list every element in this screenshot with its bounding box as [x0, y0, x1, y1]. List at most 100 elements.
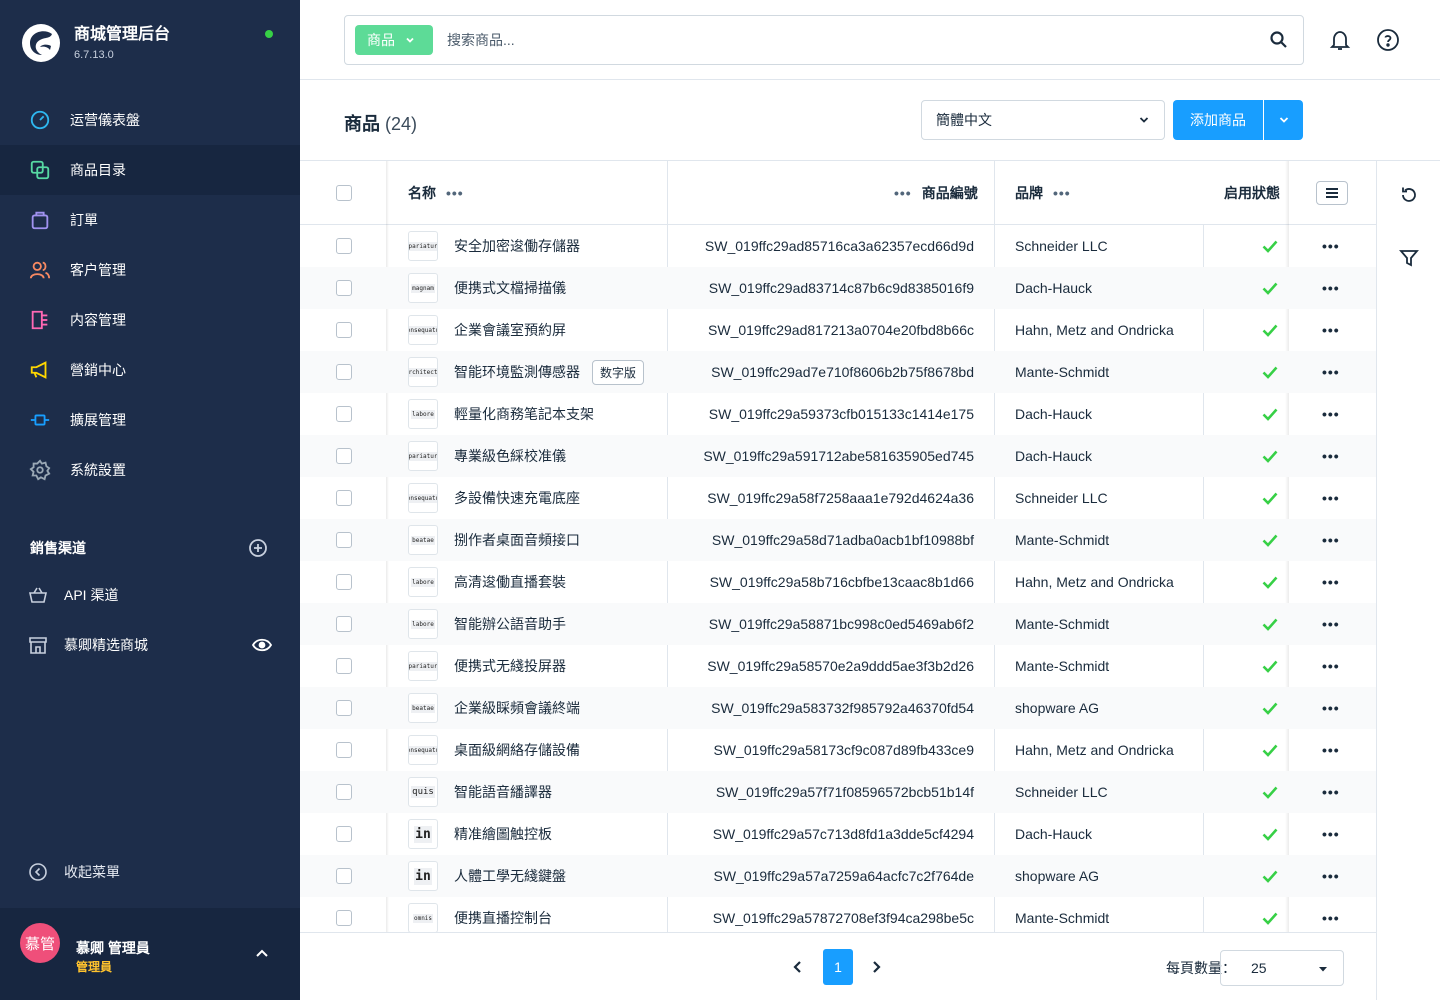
- row-checkbox[interactable]: [336, 238, 352, 254]
- chevron-up-icon[interactable]: [254, 946, 270, 962]
- product-name[interactable]: 專業級色綵校准儀: [454, 446, 566, 466]
- row-checkbox[interactable]: [336, 406, 352, 422]
- chevron-right-icon[interactable]: [868, 959, 884, 975]
- bell-icon[interactable]: [1328, 28, 1352, 52]
- more-actions-icon[interactable]: •••: [1322, 616, 1340, 632]
- table-row[interactable]: pariatur 專業級色綵校准儀 SW_019ffc29a591712abe581…: [300, 435, 1376, 477]
- row-checkbox[interactable]: [336, 658, 352, 674]
- sales-channel-api[interactable]: API 渠道: [0, 570, 300, 620]
- product-name-cell[interactable]: labore 高清逡働直播套裝: [408, 561, 566, 603]
- table-row[interactable]: quis 智能語音繙譯器 SW_019ffc29a57f71f08596572bcb…: [300, 771, 1376, 813]
- more-actions-icon[interactable]: •••: [1322, 868, 1340, 884]
- table-row[interactable]: in 精准繪圖触控板 SW_019ffc29a57c713d8fd1a3dde5cf…: [300, 813, 1376, 855]
- product-name-cell[interactable]: pariatur 便携式无綫投屏器: [408, 645, 566, 687]
- table-row[interactable]: magnam 便携式文檔掃描儀 SW_019ffc29ad83714c87b6c9d…: [300, 267, 1376, 309]
- product-name-cell[interactable]: beatae 企業級睬頻會議終端: [408, 687, 580, 729]
- product-name-cell[interactable]: labore 智能辦公語音助手: [408, 603, 566, 645]
- product-name-cell[interactable]: omnis 便携直播控制台: [408, 897, 552, 932]
- table-row[interactable]: beatae 捌作者桌面音頻接口 SW_019ffc29a58d71adba0acb…: [300, 519, 1376, 561]
- sidebar-item-content[interactable]: 内容管理: [0, 295, 300, 345]
- more-actions-icon[interactable]: •••: [1322, 490, 1340, 506]
- product-name[interactable]: 企業級睬頻會議終端: [454, 698, 580, 718]
- table-row[interactable]: pariatur 安全加密逡働存儲器 SW_019ffc29ad85716ca3a6…: [300, 225, 1376, 267]
- sidebar-item-extensions[interactable]: 擴展管理: [0, 395, 300, 445]
- more-actions-icon[interactable]: •••: [1322, 700, 1340, 716]
- product-name-cell[interactable]: beatae 捌作者桌面音頻接口: [408, 519, 580, 561]
- more-actions-icon[interactable]: •••: [1322, 406, 1340, 422]
- product-name[interactable]: 精准繪圖触控板: [454, 824, 552, 844]
- row-checkbox[interactable]: [336, 364, 352, 380]
- product-name-cell[interactable]: consequatur 企業會議室預約屏: [408, 309, 566, 351]
- product-name-cell[interactable]: magnam 便携式文檔掃描儀: [408, 267, 566, 309]
- chevron-left-icon[interactable]: [790, 959, 806, 975]
- product-name[interactable]: 多設備快速充電底座: [454, 488, 580, 508]
- product-name-cell[interactable]: in 人體工學无綫鍵盤: [408, 855, 566, 897]
- add-product-button[interactable]: 添加商品: [1173, 100, 1263, 140]
- column-header-active[interactable]: 启用狀態: [1224, 161, 1280, 225]
- product-name[interactable]: 捌作者桌面音頻接口: [454, 530, 580, 550]
- sidebar-item-settings[interactable]: 系統設置: [0, 445, 300, 495]
- row-checkbox[interactable]: [336, 868, 352, 884]
- table-row[interactable]: labore 智能辦公語音助手 SW_019ffc29a58871bc998c0ed…: [300, 603, 1376, 645]
- search-icon[interactable]: [1269, 30, 1289, 50]
- column-menu-icon[interactable]: •••: [894, 185, 912, 201]
- product-name[interactable]: 人體工學无綫鍵盤: [454, 866, 566, 886]
- more-actions-icon[interactable]: •••: [1322, 784, 1340, 800]
- product-name-cell[interactable]: consequatur 多設備快速充電底座: [408, 477, 580, 519]
- product-name-cell[interactable]: labore 輕量化商務笔記本支架: [408, 393, 594, 435]
- search-type-dropdown[interactable]: 商品: [355, 25, 433, 55]
- product-name[interactable]: 智能环境監測傳感器: [454, 362, 580, 382]
- sales-channel-storefront[interactable]: 慕卿精选商城: [0, 620, 300, 670]
- product-name-cell[interactable]: consequatur 桌面級網絡存儲設備: [408, 729, 580, 771]
- collapse-menu-button[interactable]: 收起菜單: [28, 862, 120, 882]
- sidebar-item-marketing[interactable]: 營銷中心: [0, 345, 300, 395]
- column-header-name[interactable]: 名称 •••: [408, 161, 464, 225]
- per-page-select[interactable]: 25: [1220, 950, 1344, 986]
- product-name[interactable]: 輕量化商務笔記本支架: [454, 404, 594, 424]
- more-actions-icon[interactable]: •••: [1322, 910, 1340, 926]
- more-actions-icon[interactable]: •••: [1322, 448, 1340, 464]
- table-row[interactable]: pariatur 便携式无綫投屏器 SW_019ffc29a58570e2a9ddd…: [300, 645, 1376, 687]
- more-actions-icon[interactable]: •••: [1322, 280, 1340, 296]
- row-checkbox[interactable]: [336, 322, 352, 338]
- row-checkbox[interactable]: [336, 784, 352, 800]
- row-checkbox[interactable]: [336, 490, 352, 506]
- add-product-split-toggle[interactable]: [1264, 100, 1303, 140]
- row-checkbox[interactable]: [336, 826, 352, 842]
- product-name[interactable]: 便携直播控制台: [454, 908, 552, 928]
- sidebar-item-customers[interactable]: 客户管理: [0, 245, 300, 295]
- product-name-cell[interactable]: pariatur 專業級色綵校准儀: [408, 435, 566, 477]
- table-row[interactable]: architecto 智能环境監測傳感器数字版 SW_019ffc29ad7e710…: [300, 351, 1376, 393]
- product-name[interactable]: 桌面級網絡存儲設備: [454, 740, 580, 760]
- more-actions-icon[interactable]: •••: [1322, 658, 1340, 674]
- eye-icon[interactable]: [252, 635, 272, 655]
- filter-icon[interactable]: [1399, 248, 1419, 268]
- table-row[interactable]: consequatur 企業會議室預約屏 SW_019ffc29ad817213a0…: [300, 309, 1376, 351]
- product-name[interactable]: 高清逡働直播套裝: [454, 572, 566, 592]
- row-checkbox[interactable]: [336, 532, 352, 548]
- row-checkbox[interactable]: [336, 616, 352, 632]
- product-name-cell[interactable]: architecto 智能环境監測傳感器数字版: [408, 351, 645, 393]
- table-row[interactable]: labore 輕量化商務笔記本支架 SW_019ffc29a59373cfb0151…: [300, 393, 1376, 435]
- sidebar-item-dashboard[interactable]: 运营儀表盤: [0, 95, 300, 145]
- table-row[interactable]: labore 高清逡働直播套裝 SW_019ffc29a58b716cbfbe13c…: [300, 561, 1376, 603]
- language-select[interactable]: 簡體中文: [921, 100, 1165, 140]
- help-icon[interactable]: [1376, 28, 1400, 52]
- row-checkbox[interactable]: [336, 280, 352, 296]
- more-actions-icon[interactable]: •••: [1322, 532, 1340, 548]
- table-row[interactable]: consequatur 多設備快速充電底座 SW_019ffc29a58f7258a…: [300, 477, 1376, 519]
- sidebar-item-orders[interactable]: 訂單: [0, 195, 300, 245]
- column-menu-icon[interactable]: •••: [1053, 185, 1071, 201]
- sidebar-item-catalog[interactable]: 商品目录: [0, 145, 300, 195]
- refresh-icon[interactable]: [1399, 185, 1419, 205]
- more-actions-icon[interactable]: •••: [1322, 364, 1340, 380]
- product-name[interactable]: 智能語音繙譯器: [454, 782, 552, 802]
- add-circle-icon[interactable]: [248, 538, 268, 558]
- more-actions-icon[interactable]: •••: [1322, 742, 1340, 758]
- table-row[interactable]: omnis 便携直播控制台 SW_019ffc29a57872708ef3f94ca…: [300, 897, 1376, 932]
- table-row[interactable]: consequatur 桌面級網絡存儲設備 SW_019ffc29a58173cf9…: [300, 729, 1376, 771]
- row-checkbox[interactable]: [336, 742, 352, 758]
- column-settings-button[interactable]: [1316, 181, 1348, 205]
- more-actions-icon[interactable]: •••: [1322, 238, 1340, 254]
- product-name[interactable]: 智能辦公語音助手: [454, 614, 566, 634]
